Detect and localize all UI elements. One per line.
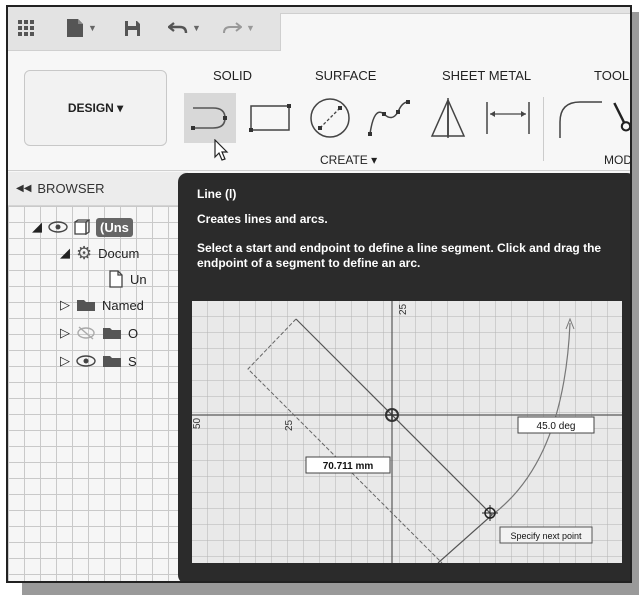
collapsed-triangle-icon[interactable]: ▷ (60, 325, 70, 341)
folder-icon (102, 354, 122, 368)
eye-hidden-icon[interactable] (76, 326, 96, 340)
chevron-down-icon: ▼ (192, 23, 201, 33)
grid-icon (18, 20, 34, 36)
expanded-triangle-icon[interactable]: ◢ (60, 245, 70, 261)
browser-row-label: (Uns (96, 217, 133, 237)
undo-icon (168, 22, 188, 34)
axis-label-50: 50 (192, 417, 203, 429)
workspace-switcher-button[interactable]: DESIGN ▾ (24, 70, 167, 146)
window-shadow-bottom (22, 583, 639, 595)
trim-tool-button[interactable] (611, 93, 630, 143)
ribbon-separator (543, 97, 544, 161)
tab-sheet-metal[interactable]: SHEET METAL (442, 68, 531, 83)
line-icon (191, 107, 227, 130)
file-icon (67, 19, 83, 37)
mirror-tool-button[interactable] (423, 93, 473, 143)
rectangle-tool-button[interactable] (245, 93, 295, 143)
window-shadow-right (632, 12, 639, 595)
browser-row-label: Un (130, 271, 147, 287)
folder-icon (102, 326, 122, 340)
eye-icon[interactable] (48, 221, 68, 233)
browser-row-label: S (128, 353, 137, 369)
dimension-icon (486, 102, 530, 134)
component-icon (74, 219, 90, 235)
tooltip-description: Select a start and endpoint to define a … (197, 241, 602, 270)
browser-row-label: Named (102, 297, 144, 313)
line-arc-demo-image: 25 25 50 70.711 mm 45.0 deg Specify next… (192, 301, 622, 563)
toolbar-ribbon: DESIGN ▾ SOLID SURFACE SHEET METAL TOOLS (8, 51, 630, 171)
tab-solid[interactable]: SOLID (213, 68, 252, 83)
app-grid-button[interactable] (18, 15, 34, 41)
rectangle-icon (249, 104, 291, 132)
angle-dimension-label: 45.0 deg (537, 421, 576, 432)
mouse-cursor-icon (214, 139, 229, 161)
tooltip-illustration: 25 25 50 70.711 mm 45.0 deg Specify next… (192, 301, 622, 563)
line-tool-tooltip: Line (l) Creates lines and arcs. Select … (178, 173, 630, 581)
expanded-triangle-icon[interactable]: ◢ (32, 219, 42, 235)
gear-icon: ⚙ (76, 242, 93, 263)
tab-surface[interactable]: SURFACE (315, 68, 376, 83)
circle-icon (310, 98, 350, 138)
browser-row-sketches[interactable]: ▷ S (60, 348, 137, 374)
tooltip-subtitle: Creates lines and arcs. (197, 212, 328, 226)
browser-row-document-settings[interactable]: ◢ ⚙ Docum (60, 240, 139, 266)
undo-button[interactable]: ▼ (168, 15, 201, 41)
axis-label-25-top: 25 (398, 303, 409, 315)
fillet-icon (559, 101, 602, 138)
fillet-tool-button[interactable] (553, 93, 605, 143)
browser-row-named-views[interactable]: ▷ Named (60, 292, 144, 318)
browser-row-root[interactable]: ◢ (Uns (32, 214, 133, 240)
browser-panel-header[interactable]: ◀◀ BROWSER (8, 172, 188, 206)
browser-row-label: Docum (98, 245, 140, 261)
document-icon (108, 270, 124, 288)
browser-row-units[interactable]: Un (108, 266, 147, 292)
modify-panel-dropdown[interactable]: MODIF (604, 153, 630, 167)
browser-row-label: O (128, 325, 139, 341)
spline-icon (368, 100, 410, 136)
scissors-icon (613, 102, 630, 132)
file-menu-button[interactable]: ▼ (66, 15, 97, 41)
redo-button[interactable]: ▼ (222, 15, 255, 41)
app-window: ▼ ▼ ▼ DESIGN ▾ SOLID SURFACE SHEET METAL… (6, 5, 632, 583)
create-panel-dropdown[interactable]: CREATE ▾ (320, 153, 377, 167)
chevron-down-icon: ▼ (246, 23, 255, 33)
collapsed-triangle-icon[interactable]: ▷ (60, 353, 70, 369)
collapse-panel-icon[interactable]: ◀◀ (16, 183, 31, 194)
axis-label-25-left: 25 (284, 419, 295, 431)
folder-icon (76, 298, 96, 312)
circle-tool-button[interactable] (305, 93, 355, 143)
document-tab-area (280, 13, 630, 51)
tooltip-title: Line (l) (197, 187, 237, 201)
quick-access-toolbar: ▼ ▼ ▼ (8, 7, 630, 51)
length-dimension-label: 70.711 mm (323, 461, 374, 472)
save-button[interactable] (124, 15, 141, 41)
browser-title: BROWSER (37, 181, 105, 196)
spline-tool-button[interactable] (364, 93, 414, 143)
collapsed-triangle-icon[interactable]: ▷ (60, 297, 70, 313)
specify-next-point-prompt: Specify next point (510, 531, 582, 541)
eye-icon[interactable] (76, 355, 96, 367)
tab-tools[interactable]: TOOLS (594, 68, 630, 83)
save-icon (125, 20, 140, 36)
dimension-tool-button[interactable] (482, 93, 534, 143)
chevron-down-icon: ▼ (88, 23, 97, 33)
redo-icon (223, 22, 242, 34)
line-tool-button[interactable] (184, 93, 236, 143)
browser-row-origin[interactable]: ▷ O (60, 320, 138, 346)
mirror-icon (430, 98, 466, 138)
